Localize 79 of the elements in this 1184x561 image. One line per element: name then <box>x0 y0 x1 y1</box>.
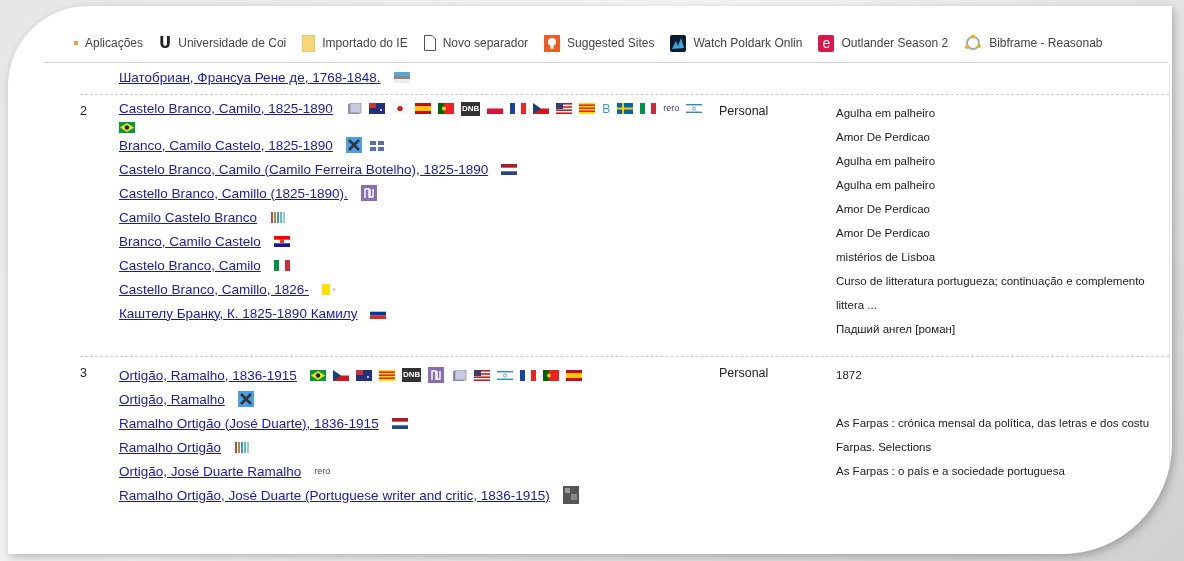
book-icon[interactable] <box>345 103 362 114</box>
bookmark[interactable]: U Universidade de Coi <box>159 34 287 52</box>
title-text: As Farpas : crónica mensal da política, das letras e dos costu <box>836 416 1151 431</box>
flag-icon[interactable] <box>556 103 573 114</box>
bulb-icon <box>544 34 561 52</box>
flag-icon[interactable] <box>533 103 550 114</box>
flag-icon[interactable] <box>437 103 454 114</box>
flag-icon[interactable] <box>273 235 290 247</box>
bookmark[interactable]: Bibframe - Reasonab <box>964 34 1103 52</box>
barcode-stripes-icon[interactable] <box>270 211 287 223</box>
author-name-link[interactable]: Castelo Branco, Camilo (Camilo Ferreira Botelho), 1825-1890 <box>119 161 489 177</box>
title-text: Agulha em palheiro <box>836 178 937 193</box>
bookmark[interactable]: Importado do IE <box>302 34 408 52</box>
title-text: 1872 <box>836 368 863 383</box>
bookmark[interactable]: Novo separador <box>423 35 529 51</box>
bookmark[interactable]: Aplicações <box>74 36 144 50</box>
flag-icon[interactable] <box>543 369 560 381</box>
u-logo-icon: U <box>159 34 172 52</box>
bookmark[interactable]: e Outlander Season 2 <box>818 34 949 52</box>
bookmark[interactable]: Suggested Sites <box>544 34 655 52</box>
flag-icon[interactable] <box>510 103 527 114</box>
author-name-link[interactable]: Ramalho Ortigão, José Duarte (Portuguese writer and critic, 1836-1915) <box>119 487 550 503</box>
title-text: littera ... <box>836 298 878 313</box>
row-number: 3 <box>80 366 87 380</box>
author-name-link[interactable]: Castello Branco, Camillo (1825-1890). <box>119 185 348 201</box>
title-text: Падший ангел [роман] <box>836 322 957 337</box>
row-number: 2 <box>80 104 87 118</box>
title-text: Amor De Perdicao <box>836 226 931 241</box>
flag-icon[interactable] <box>474 369 491 381</box>
author-name-link[interactable]: Branco, Camilo Castelo <box>119 233 261 249</box>
author-name-link[interactable]: Ortigão, José Duarte Ramalho <box>119 463 302 479</box>
title-text: Farpas. Selections <box>836 440 933 455</box>
folder-icon <box>302 34 316 52</box>
title-text: Agulha em palheiro <box>836 106 937 121</box>
author-name-link[interactable]: Castelo Branco, Camilo, 1825-1890 <box>119 101 333 116</box>
flag-icon[interactable] <box>617 103 634 114</box>
dnb-logo-icon[interactable]: DNB <box>401 368 422 382</box>
rero-logo-icon[interactable]: rero <box>314 466 331 476</box>
title-text: mistérios de Lisboa <box>836 250 937 265</box>
author-name-link[interactable]: Шатобриан, Франсуа Рене де, 1768-1848. <box>119 69 381 85</box>
author-name-link[interactable]: Каштелу Бранку, К. 1825-1890 Камилу <box>119 305 358 321</box>
book-icon[interactable] <box>451 369 468 381</box>
nu-logo-icon[interactable] <box>428 367 445 383</box>
flag-icon[interactable] <box>501 163 518 175</box>
flag-icon[interactable] <box>391 417 408 429</box>
type-label: Personal <box>719 104 769 118</box>
author-name-link[interactable]: Branco, Camilo Castelo, 1825-1890 <box>119 137 333 153</box>
e-logo-icon: e <box>818 34 835 52</box>
author-name-link[interactable]: Castelo Branco, Camilo <box>119 257 261 273</box>
flag-icon[interactable] <box>309 369 326 381</box>
flag-icon[interactable] <box>566 369 583 381</box>
title-text: Agulha em palheiro <box>836 154 937 169</box>
title-text: Curso de litteratura portugueza; continuação e complemento <box>836 274 1146 289</box>
rero-logo-icon[interactable]: rero <box>663 104 680 113</box>
author-name-link[interactable]: Castello Branco, Camillo, 1826- <box>119 281 309 297</box>
flag-icon[interactable] <box>332 369 349 381</box>
dnb-logo-icon[interactable]: DNB <box>460 101 481 116</box>
flag-icon[interactable] <box>368 103 385 114</box>
author-name-link[interactable]: Ortigão, Ramalho, 1836-1915 <box>119 367 297 383</box>
flag-icon[interactable] <box>355 369 372 381</box>
title-text: As Farpas : o país e a sociedade portuguesa <box>836 464 1066 479</box>
bookmark[interactable]: Watch Poldark Onlin <box>670 34 803 52</box>
title-text: Amor De Perdicao <box>836 202 931 217</box>
barcode-stripes-icon[interactable] <box>234 441 251 453</box>
title-text: Amor De Perdicao <box>836 130 931 145</box>
flag-icon[interactable] <box>119 122 135 133</box>
apps-icon <box>74 41 78 45</box>
type-label: Personal <box>719 366 769 380</box>
wave-logo-icon <box>670 34 687 52</box>
author-name-link[interactable]: Ramalho Ortigão <box>119 439 222 455</box>
author-name-link[interactable]: Ramalho Ortigão (José Duarte), 1836-1915 <box>119 415 379 431</box>
globe-icon <box>964 34 983 52</box>
author-name-link[interactable]: Camilo Castelo Branco <box>119 209 258 225</box>
grid-icon[interactable] <box>368 139 385 151</box>
flag-icon[interactable] <box>414 103 431 114</box>
author-name-link[interactable]: Ortigão, Ramalho <box>119 391 225 407</box>
page-icon <box>423 35 436 51</box>
flag-icon[interactable] <box>520 369 537 381</box>
nu-logo-icon[interactable] <box>360 185 377 201</box>
